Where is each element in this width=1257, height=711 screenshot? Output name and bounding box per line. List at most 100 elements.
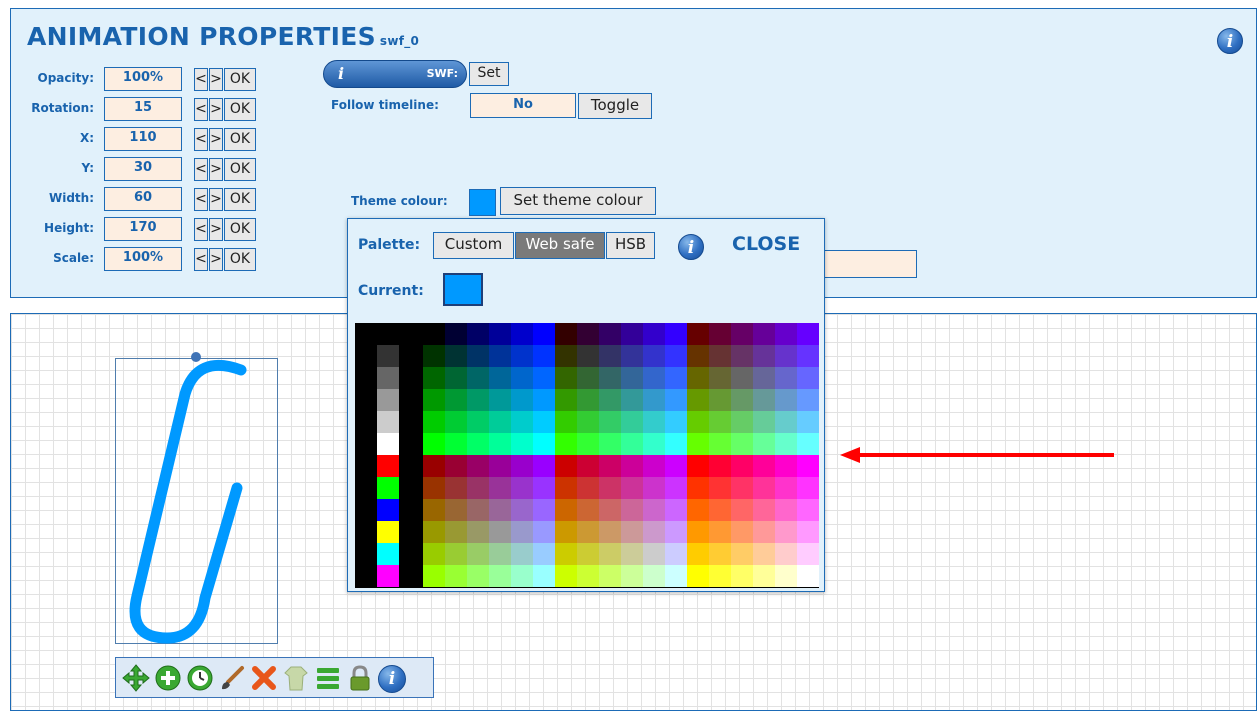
info-icon[interactable]: i [678,234,704,260]
colour-swatch[interactable] [555,389,577,411]
colour-swatch[interactable] [377,323,399,345]
property-value[interactable]: 170 [104,217,182,241]
property-value[interactable]: 15 [104,97,182,121]
colour-swatch[interactable] [577,565,599,587]
colour-swatch[interactable] [665,345,687,367]
colour-swatch[interactable] [709,433,731,455]
colour-swatch[interactable] [489,499,511,521]
colour-swatch[interactable] [377,433,399,455]
colour-swatch[interactable] [731,367,753,389]
colour-swatch[interactable] [687,521,709,543]
colour-swatch[interactable] [753,477,775,499]
colour-swatch[interactable] [555,411,577,433]
colour-swatch[interactable] [775,477,797,499]
colour-swatch[interactable] [753,433,775,455]
colour-swatch[interactable] [511,477,533,499]
colour-swatch[interactable] [797,455,819,477]
colour-swatch[interactable] [555,367,577,389]
colour-swatch[interactable] [687,411,709,433]
colour-swatch[interactable] [377,543,399,565]
colour-swatch[interactable] [377,499,399,521]
add-icon[interactable] [154,664,182,692]
colour-swatch[interactable] [797,411,819,433]
colour-swatch[interactable] [709,499,731,521]
colour-swatch[interactable] [709,411,731,433]
colour-swatch[interactable] [377,411,399,433]
clothes-icon[interactable] [282,664,310,692]
decrement-button[interactable]: < [194,218,208,241]
decrement-button[interactable]: < [194,248,208,271]
property-value[interactable]: 60 [104,187,182,211]
colour-swatch[interactable] [643,323,665,345]
decrement-button[interactable]: < [194,128,208,151]
colour-swatch[interactable] [511,345,533,367]
colour-swatch[interactable] [599,543,621,565]
colour-swatch[interactable] [643,433,665,455]
colour-swatch[interactable] [599,345,621,367]
colour-swatch[interactable] [423,543,445,565]
colour-swatch[interactable] [555,543,577,565]
colour-swatch[interactable] [467,323,489,345]
colour-swatch[interactable] [423,477,445,499]
colour-swatch[interactable] [687,455,709,477]
colour-swatch[interactable] [731,389,753,411]
colour-swatch[interactable] [753,323,775,345]
colour-swatch[interactable] [753,455,775,477]
colour-swatch[interactable] [445,455,467,477]
colour-swatch[interactable] [775,521,797,543]
ok-button[interactable]: OK [224,218,256,241]
colour-swatch[interactable] [621,411,643,433]
increment-button[interactable]: > [209,158,223,181]
colour-swatch[interactable] [489,411,511,433]
colour-swatch[interactable] [775,411,797,433]
colour-swatch[interactable] [511,433,533,455]
colour-swatch[interactable] [377,455,399,477]
colour-swatch[interactable] [467,411,489,433]
colour-swatch[interactable] [775,499,797,521]
colour-swatch[interactable] [687,433,709,455]
colour-swatch[interactable] [797,367,819,389]
menu-icon[interactable] [314,664,342,692]
colour-swatch[interactable] [489,565,511,587]
colour-swatch[interactable] [377,367,399,389]
colour-swatch[interactable] [643,389,665,411]
colour-swatch[interactable] [621,345,643,367]
property-value[interactable]: 30 [104,157,182,181]
swf-set-button[interactable]: Set [469,62,509,86]
tab-hsb[interactable]: HSB [606,232,655,259]
colour-swatch[interactable] [775,367,797,389]
colour-swatch[interactable] [687,367,709,389]
decrement-button[interactable]: < [194,158,208,181]
colour-swatch[interactable] [377,521,399,543]
colour-swatch[interactable] [731,455,753,477]
colour-swatch[interactable] [511,323,533,345]
colour-swatch[interactable] [687,565,709,587]
colour-swatch[interactable] [489,477,511,499]
colour-swatch[interactable] [467,389,489,411]
colour-swatch[interactable] [467,345,489,367]
colour-swatch[interactable] [599,323,621,345]
colour-swatch[interactable] [731,411,753,433]
colour-swatch[interactable] [709,455,731,477]
colour-swatch[interactable] [753,565,775,587]
colour-swatch[interactable] [797,499,819,521]
ok-button[interactable]: OK [224,68,256,91]
colour-swatch[interactable] [775,543,797,565]
colour-swatch[interactable] [621,543,643,565]
colour-swatch[interactable] [665,433,687,455]
colour-swatch[interactable] [709,367,731,389]
colour-swatch[interactable] [621,565,643,587]
colour-swatch[interactable] [489,323,511,345]
colour-swatch[interactable] [709,345,731,367]
colour-swatch[interactable] [467,367,489,389]
colour-swatch[interactable] [377,389,399,411]
colour-swatch[interactable] [511,455,533,477]
colour-swatch[interactable] [665,499,687,521]
colour-swatch[interactable] [489,367,511,389]
colour-swatch[interactable] [665,367,687,389]
decrement-button[interactable]: < [194,188,208,211]
colour-swatch[interactable] [577,323,599,345]
colour-swatch[interactable] [423,565,445,587]
increment-button[interactable]: > [209,188,223,211]
colour-swatch[interactable] [731,499,753,521]
